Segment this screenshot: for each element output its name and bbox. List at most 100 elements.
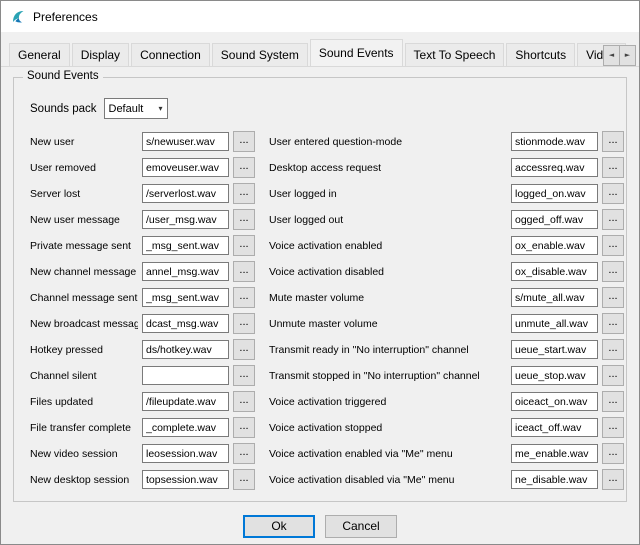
browse-button[interactable]: ... bbox=[602, 157, 624, 178]
sound-file-input[interactable] bbox=[142, 184, 229, 203]
ok-button[interactable]: Ok bbox=[243, 515, 315, 538]
sound-file-input[interactable] bbox=[142, 288, 229, 307]
event-label: Server lost bbox=[30, 188, 138, 200]
browse-button[interactable]: ... bbox=[602, 339, 624, 360]
tab-strip: General Display Connection Sound System … bbox=[1, 32, 639, 67]
browse-button[interactable]: ... bbox=[602, 183, 624, 204]
sound-file-input[interactable] bbox=[511, 158, 598, 177]
event-label: Channel message sent bbox=[30, 292, 138, 304]
sound-file-input[interactable] bbox=[511, 392, 598, 411]
tab-bar: General Display Connection Sound System … bbox=[1, 39, 639, 67]
event-label: New channel message bbox=[30, 266, 138, 278]
event-label: New user message bbox=[30, 214, 138, 226]
app-icon bbox=[10, 9, 26, 25]
sound-file-input[interactable] bbox=[142, 340, 229, 359]
sounds-pack-label: Sounds pack bbox=[30, 103, 97, 115]
browse-button[interactable]: ... bbox=[233, 131, 255, 152]
tab-connection[interactable]: Connection bbox=[131, 43, 210, 66]
browse-button[interactable]: ... bbox=[602, 469, 624, 490]
sound-file-input[interactable] bbox=[511, 184, 598, 203]
sound-file-input[interactable] bbox=[511, 314, 598, 333]
tab-sound-system[interactable]: Sound System bbox=[212, 43, 308, 66]
browse-button[interactable]: ... bbox=[233, 391, 255, 412]
event-label: Transmit stopped in "No interruption" ch… bbox=[269, 370, 507, 382]
browse-button[interactable]: ... bbox=[233, 261, 255, 282]
event-label: Desktop access request bbox=[269, 162, 507, 174]
sound-event-row: New desktop session ... Voice activation… bbox=[30, 469, 614, 490]
dialog-footer: Ok Cancel bbox=[1, 506, 639, 545]
tab-scroll-left-icon[interactable]: ◄ bbox=[603, 45, 620, 66]
browse-button[interactable]: ... bbox=[233, 443, 255, 464]
event-label: New broadcast message bbox=[30, 318, 138, 330]
sound-file-input[interactable] bbox=[142, 470, 229, 489]
browse-button[interactable]: ... bbox=[233, 313, 255, 334]
sounds-pack-row: Sounds pack Default ▾ bbox=[30, 98, 614, 119]
event-label: Voice activation triggered bbox=[269, 396, 507, 408]
browse-button[interactable]: ... bbox=[233, 469, 255, 490]
tab-shortcuts[interactable]: Shortcuts bbox=[506, 43, 575, 66]
tab-scroll-right-icon[interactable]: ► bbox=[619, 45, 636, 66]
browse-button[interactable]: ... bbox=[602, 209, 624, 230]
sound-event-row: Files updated ... Voice activation trigg… bbox=[30, 391, 614, 412]
browse-button[interactable]: ... bbox=[233, 365, 255, 386]
tab-sound-events[interactable]: Sound Events bbox=[310, 39, 403, 67]
browse-button[interactable]: ... bbox=[233, 287, 255, 308]
browse-button[interactable]: ... bbox=[602, 131, 624, 152]
browse-button[interactable]: ... bbox=[602, 287, 624, 308]
browse-button[interactable]: ... bbox=[233, 183, 255, 204]
sound-event-row: Hotkey pressed ... Transmit ready in "No… bbox=[30, 339, 614, 360]
sound-file-input[interactable] bbox=[142, 392, 229, 411]
event-label: Voice activation disabled via "Me" menu bbox=[269, 474, 507, 486]
sound-file-input[interactable] bbox=[142, 314, 229, 333]
sound-file-input[interactable] bbox=[511, 236, 598, 255]
sounds-pack-dropdown[interactable]: Default ▾ bbox=[104, 98, 168, 119]
sound-event-row: File transfer complete ... Voice activat… bbox=[30, 417, 614, 438]
browse-button[interactable]: ... bbox=[602, 313, 624, 334]
browse-button[interactable]: ... bbox=[233, 417, 255, 438]
tab-display[interactable]: Display bbox=[72, 43, 129, 66]
event-label: File transfer complete bbox=[30, 422, 138, 434]
sound-file-input[interactable] bbox=[142, 132, 229, 151]
sound-file-input[interactable] bbox=[142, 262, 229, 281]
tab-general[interactable]: General bbox=[9, 43, 70, 66]
sound-file-input[interactable] bbox=[142, 236, 229, 255]
sound-event-rows: New user ... User entered question-mode … bbox=[30, 131, 614, 490]
sound-file-input[interactable] bbox=[511, 132, 598, 151]
sound-file-input[interactable] bbox=[511, 444, 598, 463]
sound-file-input[interactable] bbox=[142, 418, 229, 437]
tab-text-to-speech[interactable]: Text To Speech bbox=[405, 43, 505, 66]
browse-button[interactable]: ... bbox=[233, 209, 255, 230]
sound-event-row: Server lost ... User logged in ... bbox=[30, 183, 614, 204]
browse-button[interactable]: ... bbox=[602, 391, 624, 412]
browse-button[interactable]: ... bbox=[602, 365, 624, 386]
event-label: Channel silent bbox=[30, 370, 138, 382]
sound-event-row: User removed ... Desktop access request … bbox=[30, 157, 614, 178]
browse-button[interactable]: ... bbox=[602, 261, 624, 282]
sound-file-input[interactable] bbox=[142, 158, 229, 177]
sound-file-input[interactable] bbox=[142, 444, 229, 463]
event-label: Voice activation enabled via "Me" menu bbox=[269, 448, 507, 460]
cancel-button[interactable]: Cancel bbox=[325, 515, 397, 538]
sound-event-row: New broadcast message ... Unmute master … bbox=[30, 313, 614, 334]
sound-file-input[interactable] bbox=[511, 340, 598, 359]
browse-button[interactable]: ... bbox=[233, 339, 255, 360]
browse-button[interactable]: ... bbox=[602, 417, 624, 438]
sound-file-input[interactable] bbox=[511, 288, 598, 307]
sound-file-input[interactable] bbox=[142, 210, 229, 229]
sound-file-input[interactable] bbox=[511, 470, 598, 489]
browse-button[interactable]: ... bbox=[233, 235, 255, 256]
sound-file-input[interactable] bbox=[511, 210, 598, 229]
sound-file-input[interactable] bbox=[511, 366, 598, 385]
sound-file-input[interactable] bbox=[511, 418, 598, 437]
event-label: Voice activation stopped bbox=[269, 422, 507, 434]
browse-button[interactable]: ... bbox=[602, 443, 624, 464]
tab-scroll-buttons: ◄ ► bbox=[603, 45, 636, 66]
sound-file-input[interactable] bbox=[511, 262, 598, 281]
sound-events-group: Sound Events Sounds pack Default ▾ New u… bbox=[13, 77, 627, 502]
browse-button[interactable]: ... bbox=[602, 235, 624, 256]
sound-file-input[interactable] bbox=[142, 366, 229, 385]
browse-button[interactable]: ... bbox=[233, 157, 255, 178]
chevron-down-icon: ▾ bbox=[158, 104, 162, 113]
sound-event-row: Channel silent ... Transmit stopped in "… bbox=[30, 365, 614, 386]
event-label: Mute master volume bbox=[269, 292, 507, 304]
